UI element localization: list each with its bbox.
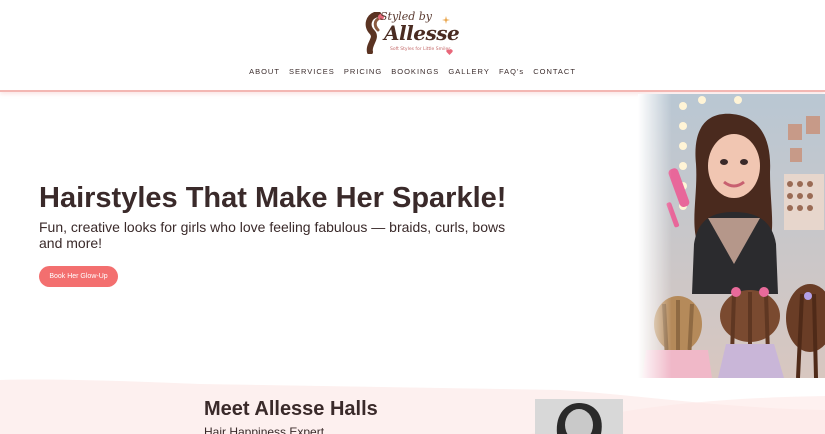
logo-tagline: Soft Styles for Little Smiles (390, 47, 451, 52)
meet-subheading: Hair Happiness Expert (204, 425, 325, 434)
hero-stylist-photo (638, 94, 825, 378)
sparkle-icon (442, 16, 450, 24)
main-nav: ABOUT SERVICES PRICING BOOKINGS GALLERY … (0, 67, 825, 76)
nav-item-pricing[interactable]: PRICING (344, 67, 382, 76)
nav-item-about[interactable]: ABOUT (249, 67, 280, 76)
meet-heading: Meet Allesse Halls (204, 398, 378, 420)
nav-item-contact[interactable]: CONTACT (533, 67, 576, 76)
book-glow-up-button[interactable]: Book Her Glow-Up (39, 266, 118, 287)
nav-item-services[interactable]: SERVICES (289, 67, 335, 76)
site-header: Styled by Allesse Soft Styles for Little… (0, 0, 825, 92)
nav-item-gallery[interactable]: GALLERY (448, 67, 489, 76)
allesse-portrait-photo (535, 399, 623, 434)
nav-item-bookings[interactable]: BOOKINGS (391, 67, 439, 76)
heart-icon (446, 49, 453, 55)
logo-name-text: Allesse (384, 21, 460, 45)
hero-title: Hairstyles That Make Her Sparkle! (39, 182, 507, 214)
nav-item-faqs[interactable]: FAQ's (499, 67, 524, 76)
site-logo[interactable]: Styled by Allesse Soft Styles for Little… (362, 6, 460, 56)
hero-subtitle: Fun, creative looks for girls who love f… (39, 219, 506, 251)
